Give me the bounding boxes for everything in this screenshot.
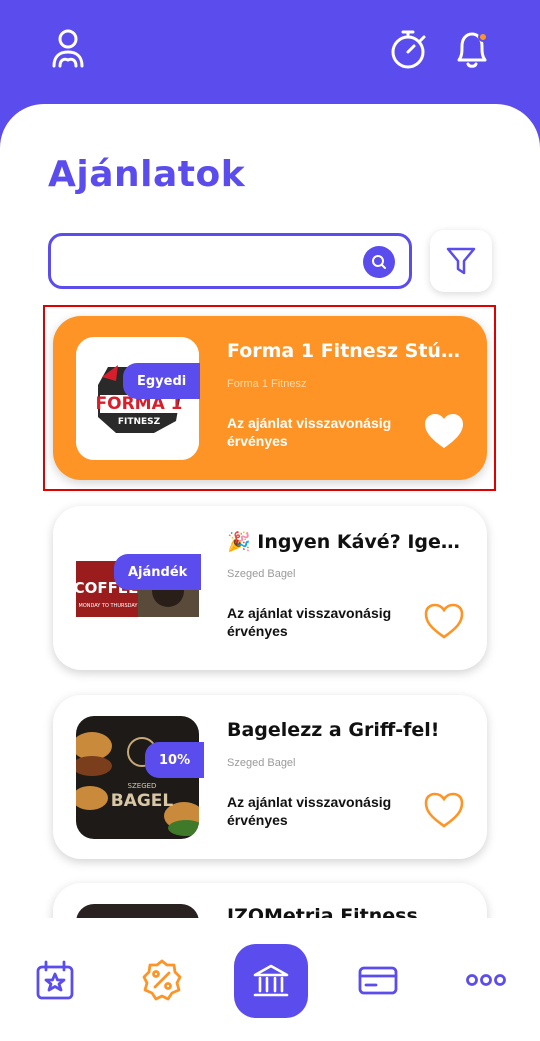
content-sheet: Ajánlatok FORMA 1 FITNESZ Egyedi Forma 1… [0,104,540,1041]
offer-logo-subtext: SZEGED [128,782,157,790]
offer-validity: Az ajánlat visszavonásig érvényes [227,605,392,639]
offer-card[interactable]: COFFEE MONDAY TO THURSDAY Ajándék 🎉 Ingy… [53,506,487,670]
card-icon[interactable] [356,958,400,1002]
offer-title: 🎉 Ingyen Kávé? Igen,... [227,531,472,553]
search-icon [372,255,386,269]
offer-title: Bagelezz a Griff-fel! [227,719,440,741]
calendar-star-icon[interactable] [33,958,77,1002]
filter-button[interactable] [430,230,492,292]
selection-highlight [43,305,496,491]
bank-icon [253,964,289,997]
search-button[interactable] [363,246,395,278]
profile-icon[interactable] [46,26,90,72]
more-icon[interactable] [464,958,508,1002]
heart-icon[interactable] [423,602,465,640]
page-title: Ajánlatok [48,154,246,195]
search-input[interactable] [65,246,355,276]
offer-logo-text: BAGEL [111,791,174,811]
filter-icon [446,247,476,275]
heart-icon[interactable] [423,791,465,829]
bottom-navigation [0,918,540,1041]
offer-logo-subtext: MONDAY TO THURSDAY [79,603,139,609]
offer-business: Szeged Bagel [227,568,296,580]
offer-validity: Az ajánlat visszavonásig érvényes [227,794,392,828]
timer-icon[interactable] [386,26,430,72]
bell-icon[interactable] [450,26,494,72]
offer-badge: 10% [145,742,205,778]
discount-icon[interactable] [140,958,184,1002]
search-box[interactable] [48,233,412,289]
offer-card[interactable]: SZEGED BAGEL 10% Bagelezz a Griff-fel! S… [53,695,487,859]
bank-button[interactable] [234,944,308,1018]
offer-badge: Ajándék [114,554,202,590]
offer-business: Szeged Bagel [227,757,296,769]
